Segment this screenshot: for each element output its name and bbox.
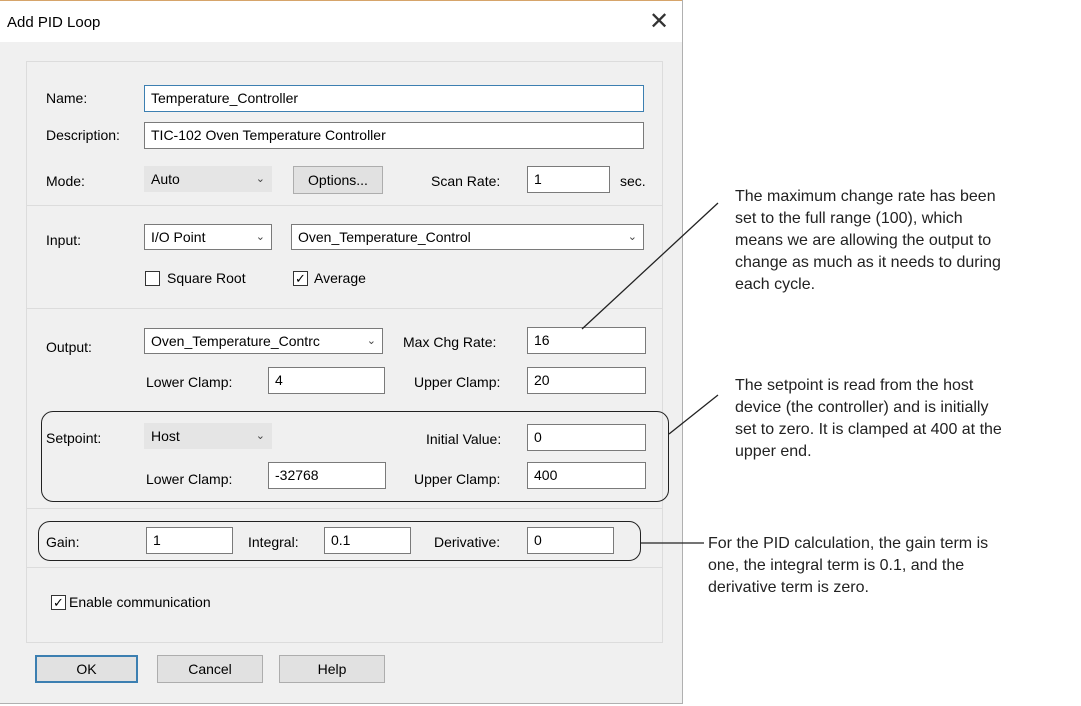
callout-leader-lines <box>581 202 719 544</box>
note-line: set to zero. It is clamped at 400 at the <box>735 421 1002 438</box>
note-line: The maximum change rate has been <box>735 188 996 205</box>
note-line: means we are allowing the output to <box>735 232 992 249</box>
note-line: For the PID calculation, the gain term i… <box>708 535 989 552</box>
note-line: change as much as it needs to during <box>735 254 1001 271</box>
note-line: derivative term is zero. <box>708 579 869 596</box>
note-line: set to the full range (100), which <box>735 210 963 227</box>
note-line: device (the controller) and is initially <box>735 399 989 416</box>
setpoint-note: The setpoint is read from the host devic… <box>735 375 1002 463</box>
note-line: each cycle. <box>735 276 816 293</box>
max-chg-rate-note: The maximum change rate has been set to … <box>735 186 1001 296</box>
note-line: The setpoint is read from the host <box>735 377 974 394</box>
setpoint-leader-line <box>668 394 719 435</box>
max-chg-rate-leader-line <box>581 202 719 330</box>
pid-note: For the PID calculation, the gain term i… <box>708 533 988 599</box>
note-line: upper end. <box>735 443 812 460</box>
note-line: one, the integral term is 0.1, and the <box>708 557 965 574</box>
